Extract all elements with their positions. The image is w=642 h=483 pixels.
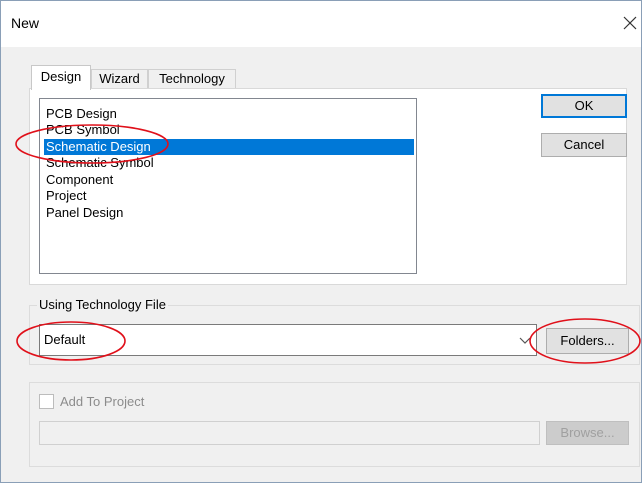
browse-button[interactable]: Browse...: [546, 421, 629, 445]
ok-button[interactable]: OK: [541, 94, 627, 118]
chevron-down-icon[interactable]: [518, 335, 532, 345]
tab-technology[interactable]: Technology: [148, 69, 236, 89]
list-item[interactable]: Project: [45, 188, 87, 204]
technology-file-label: Using Technology File: [37, 297, 168, 312]
tab-design-label: Design: [40, 69, 82, 84]
design-type-list[interactable]: PCB Design PCB Symbol Schematic Design S…: [39, 98, 417, 274]
new-dialog: New Design Wizard Technology PCB Design …: [0, 0, 642, 483]
list-item[interactable]: Schematic Symbol: [45, 155, 155, 171]
folders-button[interactable]: Folders...: [546, 328, 629, 354]
title-bar: New: [1, 1, 641, 47]
list-item[interactable]: PCB Design: [45, 106, 118, 122]
project-path-field[interactable]: [39, 421, 540, 445]
list-item[interactable]: Panel Design: [45, 205, 124, 221]
technology-file-combo[interactable]: Default: [39, 324, 537, 356]
cancel-button[interactable]: Cancel: [541, 133, 627, 157]
list-item-selected[interactable]: Schematic Design: [44, 139, 414, 155]
list-item[interactable]: PCB Symbol: [45, 122, 121, 138]
tab-wizard[interactable]: Wizard: [91, 69, 148, 89]
tab-design[interactable]: Design: [31, 65, 91, 90]
window-title: New: [11, 15, 40, 31]
list-item[interactable]: Component: [45, 172, 114, 188]
close-icon[interactable]: [619, 9, 641, 33]
tab-wizard-label: Wizard: [99, 71, 140, 86]
tab-technology-label: Technology: [159, 71, 225, 86]
technology-file-value: Default: [44, 332, 86, 347]
add-to-project-label: Add To Project: [60, 394, 145, 409]
add-to-project-checkbox[interactable]: [39, 394, 54, 409]
